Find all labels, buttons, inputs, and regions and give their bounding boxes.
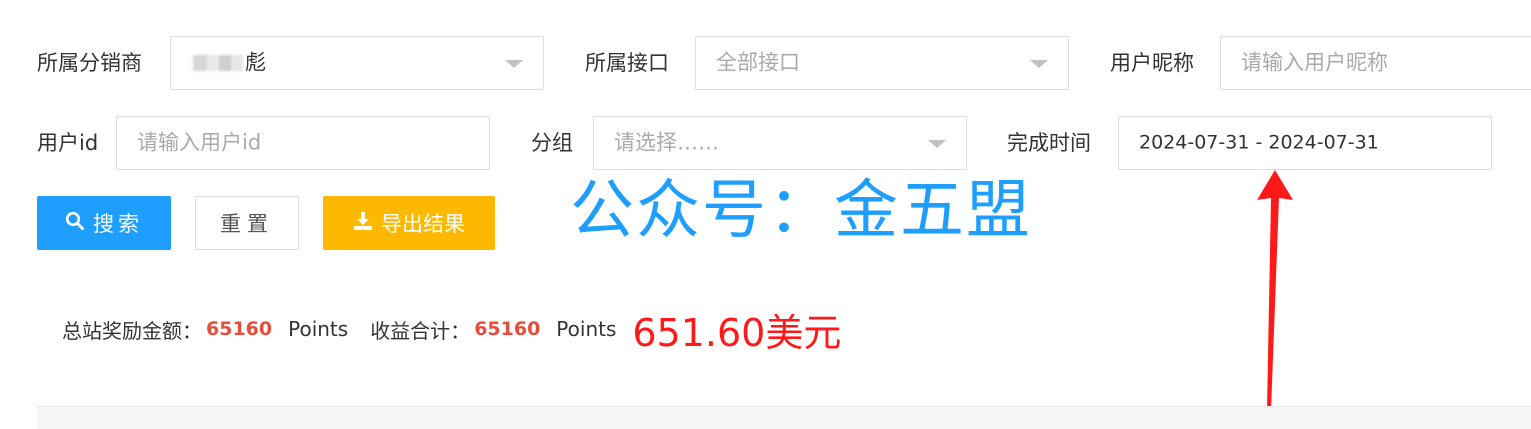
- reset-button[interactable]: 重置: [195, 196, 299, 250]
- search-icon: [65, 211, 85, 236]
- chevron-down-icon: [505, 60, 523, 68]
- summary-bar: 总站奖励金额： 65160 Points 收益合计： 65160 Points …: [62, 304, 842, 355]
- completion-time-value: 2024-07-31 - 2024-07-31: [1139, 131, 1379, 154]
- reward-value: 65160: [206, 318, 273, 340]
- nickname-input[interactable]: 请输入用户昵称: [1220, 36, 1531, 90]
- search-button-label: 搜索: [93, 212, 143, 236]
- reward-unit: Points: [288, 317, 349, 341]
- income-unit: Points: [556, 317, 617, 341]
- interface-label: 所属接口: [585, 51, 669, 75]
- distributor-select[interactable]: 彪: [170, 36, 544, 90]
- reward-label: 总站奖励金额：: [62, 318, 202, 343]
- annotation-arrow-icon: [1257, 170, 1293, 410]
- completion-time-label: 完成时间: [1007, 131, 1091, 155]
- watermark-text: 公众号：金五盟: [570, 174, 1032, 248]
- distributor-value: 彪: [245, 50, 266, 75]
- distributor-label: 所属分销商: [37, 51, 142, 75]
- results-table-header: [37, 406, 1531, 429]
- chevron-down-icon: [928, 140, 946, 148]
- nickname-placeholder: 请输入用户昵称: [1241, 50, 1388, 75]
- nickname-label: 用户昵称: [1110, 51, 1194, 75]
- export-button[interactable]: 导出结果: [323, 196, 495, 250]
- search-button[interactable]: 搜索: [37, 196, 171, 250]
- group-placeholder: 请选择……: [614, 130, 719, 155]
- user-id-placeholder: 请输入用户id: [137, 130, 262, 155]
- export-button-label: 导出结果: [381, 212, 465, 236]
- usd-amount: 651.60美元: [632, 310, 842, 355]
- group-label: 分组: [531, 131, 573, 155]
- income-value: 65160: [474, 318, 541, 340]
- completion-time-range[interactable]: 2024-07-31 - 2024-07-31: [1118, 116, 1492, 170]
- user-id-input[interactable]: 请输入用户id: [116, 116, 490, 170]
- interface-select[interactable]: 全部接口: [695, 36, 1069, 90]
- interface-value: 全部接口: [716, 50, 800, 75]
- redacted-mosaic: [193, 55, 243, 71]
- user-id-label: 用户id: [37, 131, 99, 155]
- chevron-down-icon: [1030, 60, 1048, 68]
- income-label: 收益合计：: [370, 318, 471, 343]
- download-icon: [353, 211, 373, 236]
- group-select[interactable]: 请选择……: [593, 116, 967, 170]
- reset-button-label: 重置: [220, 212, 274, 236]
